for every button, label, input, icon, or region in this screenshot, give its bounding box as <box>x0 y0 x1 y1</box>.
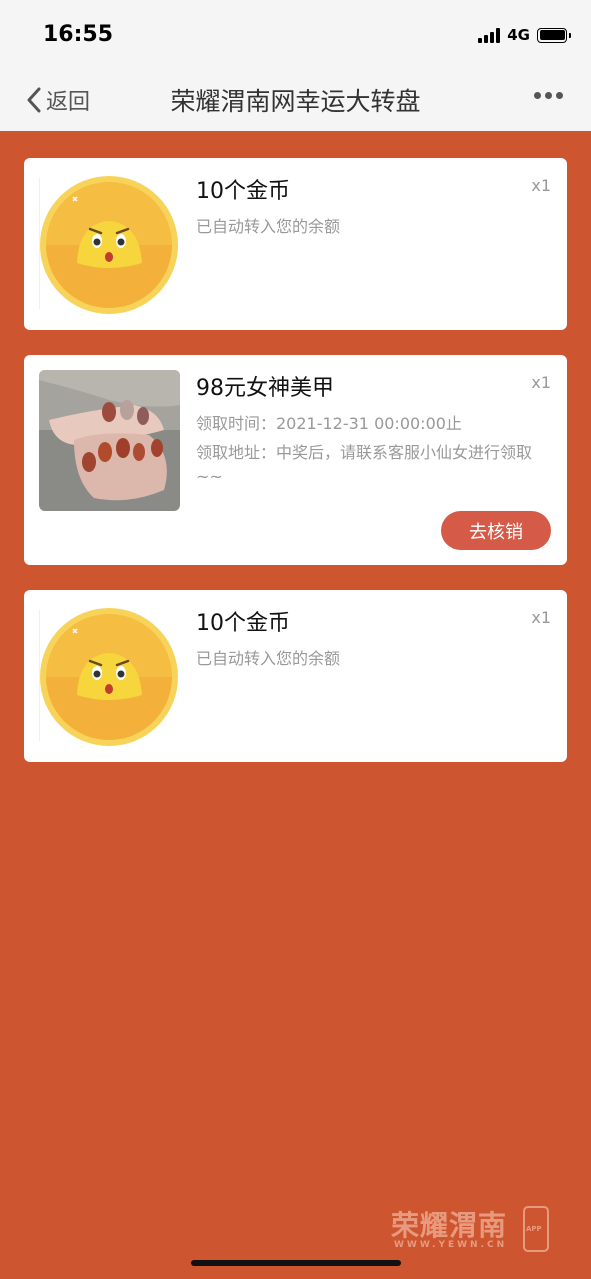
prize-claim-address: 领取地址：中奖后，请联系客服小仙女进行领取~~ <box>196 443 533 486</box>
gold-coin-icon <box>39 605 180 746</box>
gold-coin-icon <box>39 173 180 314</box>
network-type: 4G <box>507 26 530 44</box>
more-menu-button[interactable] <box>534 92 563 99</box>
prize-claim-time: 领取时间：2021-12-31 00:00:00止 <box>196 414 462 433</box>
prize-card: 10个金币 x1 已自动转入您的余额 <box>24 590 567 762</box>
prize-title: 10个金币 <box>196 179 290 204</box>
watermark-url: WWW.YEWN.CN <box>394 1240 508 1250</box>
prize-title: 10个金币 <box>196 611 290 636</box>
watermark-logo: 荣耀渭南 WWW.YEWN.CN APP <box>391 1204 551 1256</box>
more-dot-icon <box>556 92 563 99</box>
phone-icon: APP <box>523 1206 549 1252</box>
prize-card: 98元女神美甲 x1 领取时间：2021-12-31 00:00:00止 领取地… <box>24 355 567 565</box>
prize-quantity: x1 <box>531 176 551 195</box>
more-dot-icon <box>545 92 552 99</box>
more-dot-icon <box>534 92 541 99</box>
prize-card: 10个金币 x1 已自动转入您的余额 <box>24 158 567 330</box>
manicure-photo <box>39 370 180 511</box>
signal-icon <box>478 27 501 43</box>
navigation-bar: 16:55 4G 返回 荣耀渭南网幸运大转盘 <box>0 0 591 131</box>
status-time: 16:55 <box>43 22 114 47</box>
prize-quantity: x1 <box>531 608 551 627</box>
prize-description: 已自动转入您的余额 <box>196 217 341 236</box>
prize-title: 98元女神美甲 <box>196 376 334 401</box>
redeem-button[interactable]: 去核销 <box>441 511 551 550</box>
watermark-text: 荣耀渭南 <box>391 1209 508 1242</box>
prize-quantity: x1 <box>531 373 551 392</box>
page-title: 荣耀渭南网幸运大转盘 <box>170 87 421 116</box>
battery-icon <box>537 27 571 43</box>
watermark-app-label: APP <box>526 1225 542 1233</box>
home-indicator <box>191 1260 401 1266</box>
status-icons: 4G <box>478 25 571 45</box>
prize-description: 已自动转入您的余额 <box>196 649 341 668</box>
